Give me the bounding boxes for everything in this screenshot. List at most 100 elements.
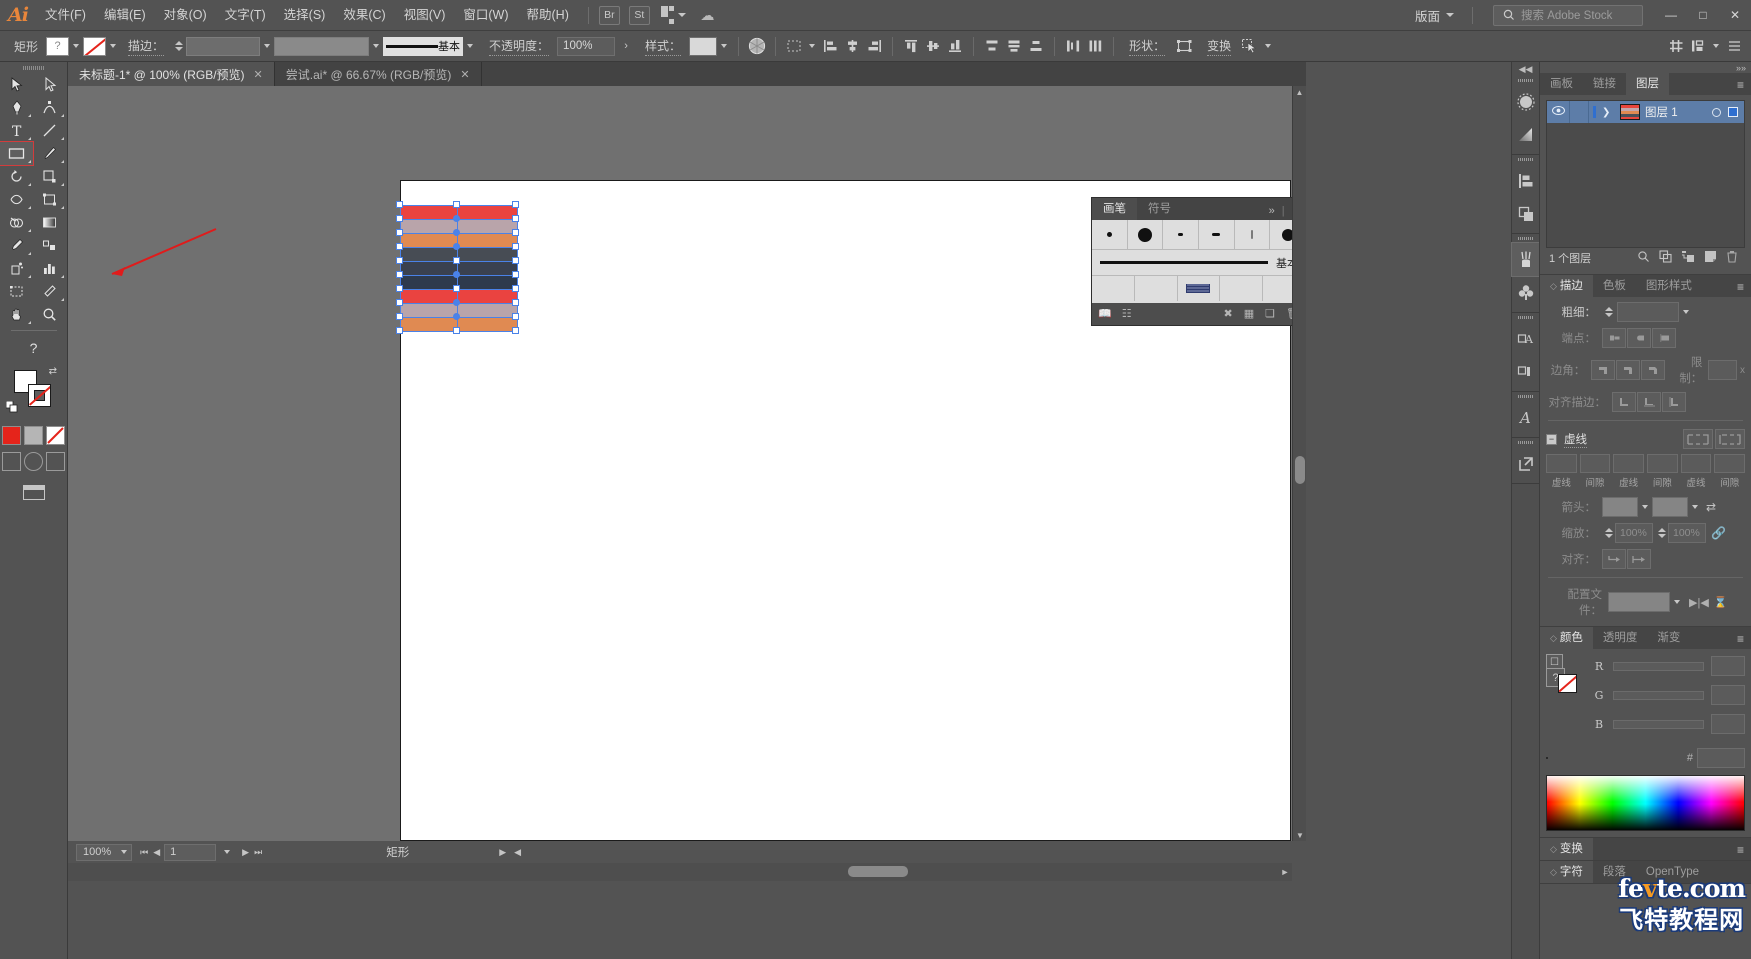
symbols-dock-icon[interactable]: [1512, 276, 1539, 309]
round-cap-icon[interactable]: [1627, 328, 1651, 348]
anchor-point[interactable]: [453, 229, 460, 236]
prev-artboard-icon[interactable]: ◀: [153, 847, 160, 858]
channel-g-slider[interactable]: [1613, 690, 1704, 700]
link-scales-icon[interactable]: 🔗: [1711, 526, 1726, 540]
scale-start-input[interactable]: 100%: [1615, 523, 1653, 543]
dock-grip[interactable]: [1512, 76, 1539, 85]
visibility-toggle-icon[interactable]: [1547, 106, 1569, 118]
stroke-weight-input[interactable]: [186, 36, 261, 56]
free-transform-tool[interactable]: [33, 188, 66, 211]
layer-name[interactable]: 图层 1: [1645, 104, 1712, 120]
close-button[interactable]: ✕: [1719, 0, 1751, 31]
tab-gradient[interactable]: 渐变: [1647, 627, 1690, 649]
remove-brush-stroke-icon[interactable]: ✖: [1224, 307, 1233, 320]
selection-tool[interactable]: [0, 73, 33, 96]
dock-grip[interactable]: [1512, 392, 1539, 401]
tab-graphic-styles[interactable]: 图形样式: [1636, 275, 1702, 297]
anchor-point[interactable]: [453, 243, 460, 250]
dock-grip[interactable]: [1512, 234, 1539, 243]
dock-grip[interactable]: [1512, 313, 1539, 322]
toolbar-grip[interactable]: [0, 62, 67, 73]
anchor-point[interactable]: [396, 327, 403, 334]
stock-icon[interactable]: St: [628, 5, 650, 25]
distribute-center-icon[interactable]: [1003, 36, 1025, 57]
delete-selection-icon[interactable]: [1726, 250, 1738, 266]
anchor-point[interactable]: [453, 215, 460, 222]
anchor-point[interactable]: [512, 229, 519, 236]
horizontal-scrollbar-thumb[interactable]: [848, 866, 908, 877]
brushes-dock-icon[interactable]: [1512, 85, 1539, 118]
tab-symbols[interactable]: 符号: [1137, 198, 1182, 220]
create-new-sublayer-icon[interactable]: [1681, 250, 1695, 266]
anchor-point[interactable]: [396, 313, 403, 320]
bridge-icon[interactable]: Br: [598, 5, 620, 25]
anchor-point[interactable]: [396, 271, 403, 278]
tab-opentype[interactable]: OpenType: [1636, 861, 1709, 883]
stroke-weight-dropdown-icon[interactable]: [1679, 303, 1693, 322]
tab-character[interactable]: ◇ 字符: [1540, 861, 1593, 883]
stroke-weight-stepper[interactable]: [175, 41, 184, 51]
brush-item[interactable]: [1092, 220, 1128, 249]
direct-selection-tool[interactable]: [33, 73, 66, 96]
stroke-weight-dropdown-icon[interactable]: [260, 37, 274, 56]
gap-input[interactable]: [1579, 454, 1611, 473]
align-dock-icon[interactable]: [1512, 164, 1539, 197]
miter-join-icon[interactable]: [1591, 360, 1616, 380]
tab-color[interactable]: ◇ 颜色: [1540, 627, 1593, 649]
align-center-vertical-icon[interactable]: [922, 36, 944, 57]
gap-input[interactable]: [1714, 454, 1746, 473]
chevron-down-icon[interactable]: [117, 850, 131, 854]
tab-layers[interactable]: 图层: [1626, 73, 1669, 95]
selection-indicator-icon[interactable]: [1728, 107, 1738, 117]
document-tab-2[interactable]: 尝试.ai* @ 66.67% (RGB/预览) ✕: [275, 62, 482, 86]
align-right-icon[interactable]: [863, 36, 885, 57]
dash-input[interactable]: [1546, 454, 1577, 473]
width-profile-select[interactable]: [1608, 592, 1670, 612]
anchor-point[interactable]: [512, 215, 519, 222]
tab-swatches[interactable]: 色板: [1593, 275, 1636, 297]
expand-panel-icon[interactable]: »: [1269, 205, 1275, 217]
opacity-expand-icon[interactable]: ›: [615, 36, 637, 57]
align-stroke-center-icon[interactable]: [1612, 392, 1636, 412]
default-fill-stroke-icon[interactable]: [5, 400, 18, 418]
chevron-right-icon[interactable]: ❯: [1602, 107, 1615, 118]
arrange-icon[interactable]: [1687, 36, 1709, 57]
pathfinder-dock-icon[interactable]: [1512, 197, 1539, 230]
snap-to-grid-icon[interactable]: [1665, 36, 1687, 57]
stroke-weight-label[interactable]: 描边：: [128, 37, 165, 56]
anchor-point[interactable]: [453, 285, 460, 292]
scale-tool[interactable]: [33, 165, 66, 188]
dash-preserve-exact-icon[interactable]: [1683, 429, 1713, 449]
arrowhead-start-dropdown-icon[interactable]: [1638, 498, 1652, 517]
new-brush-icon[interactable]: ❏: [1265, 307, 1275, 320]
brush-item[interactable]: [1199, 220, 1235, 249]
menu-window[interactable]: 窗口(W): [454, 0, 517, 31]
make-clipping-mask-icon[interactable]: [1659, 250, 1672, 266]
butt-cap-icon[interactable]: [1602, 328, 1626, 348]
panel-menu-icon[interactable]: ≡: [1737, 79, 1751, 95]
dock-grip[interactable]: [1512, 438, 1539, 447]
flip-across-icon[interactable]: ⌛: [1714, 596, 1728, 609]
align-stroke-inside-icon[interactable]: [1637, 392, 1661, 412]
first-artboard-icon[interactable]: ⏮: [140, 847, 148, 858]
anchor-point[interactable]: [512, 299, 519, 306]
brushes-list[interactable]: 基本 ▲ ▼: [1092, 220, 1306, 303]
width-tool[interactable]: [0, 188, 33, 211]
round-join-icon[interactable]: [1616, 360, 1641, 380]
scale-end-stepper[interactable]: [1658, 528, 1666, 538]
minimize-button[interactable]: —: [1655, 0, 1687, 31]
anchor-point[interactable]: [512, 243, 519, 250]
graphic-styles-dock-icon[interactable]: [1512, 355, 1539, 388]
artboard-number-input[interactable]: 1: [164, 843, 217, 861]
draw-inside-button[interactable]: [46, 452, 65, 471]
maximize-button[interactable]: □: [1687, 0, 1719, 31]
anchor-point[interactable]: [396, 299, 403, 306]
distribute-top-icon[interactable]: [981, 36, 1003, 57]
swap-fill-stroke-icon[interactable]: ⇄: [49, 366, 57, 377]
anchor-point[interactable]: [453, 201, 460, 208]
stroke-color-swatch[interactable]: [28, 384, 51, 407]
shape-builder-tool[interactable]: [0, 211, 33, 234]
anchor-point[interactable]: [396, 257, 403, 264]
color-fill-button[interactable]: [2, 426, 21, 445]
column-graph-tool[interactable]: [33, 257, 66, 280]
